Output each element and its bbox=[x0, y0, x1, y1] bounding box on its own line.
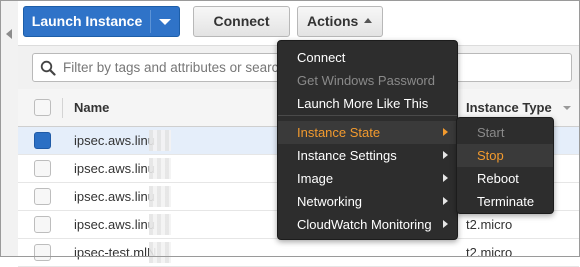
menu-item-image[interactable]: Image bbox=[278, 167, 457, 190]
menu-item-label: Instance State bbox=[297, 125, 381, 140]
menu-item-networking[interactable]: Networking bbox=[278, 190, 457, 213]
menu-item-cloudwatch-monitoring[interactable]: CloudWatch Monitoring bbox=[278, 213, 457, 236]
chevron-right-icon bbox=[443, 197, 448, 205]
chevron-down-icon bbox=[159, 19, 171, 25]
actions-dropdown-menu: Connect Get Windows Password Launch More… bbox=[277, 40, 458, 240]
instance-type: t2.micro bbox=[466, 245, 513, 260]
launch-instance-button[interactable]: Launch Instance bbox=[24, 7, 150, 36]
menu-item-label: Get Windows Password bbox=[297, 73, 435, 88]
menu-item-label: Connect bbox=[297, 50, 346, 65]
menu-item-instance-settings[interactable]: Instance Settings bbox=[278, 144, 457, 167]
redacted-text bbox=[149, 242, 171, 263]
side-panel-gutter bbox=[1, 1, 19, 256]
redacted-text bbox=[149, 158, 171, 179]
launch-options-dropdown[interactable] bbox=[151, 7, 179, 36]
actions-label: Actions bbox=[307, 13, 359, 29]
menu-item-launch-more-like-this[interactable]: Launch More Like This bbox=[278, 92, 457, 115]
select-all-checkbox[interactable] bbox=[34, 99, 51, 116]
collapse-arrow-icon[interactable] bbox=[6, 29, 12, 39]
instance-state-submenu: Start Stop Reboot Terminate bbox=[456, 117, 554, 214]
connect-button[interactable]: Connect bbox=[193, 6, 290, 37]
row-checkbox[interactable] bbox=[34, 188, 51, 205]
actions-button[interactable]: Actions bbox=[297, 6, 383, 37]
submenu-item-start: Start bbox=[477, 125, 505, 140]
column-header-name[interactable]: Name bbox=[74, 89, 109, 126]
redacted-text bbox=[149, 130, 171, 151]
chevron-right-icon bbox=[443, 151, 448, 159]
redacted-text bbox=[149, 214, 171, 235]
row-checkbox[interactable] bbox=[34, 132, 51, 149]
instance-name: ipsec.aws.linu bbox=[74, 217, 155, 232]
menu-item-label: CloudWatch Monitoring bbox=[297, 217, 432, 232]
sort-icon[interactable] bbox=[563, 106, 571, 110]
toolbar: Launch Instance Connect Actions bbox=[18, 1, 579, 45]
instance-name: ipsec.aws.linu bbox=[74, 189, 155, 204]
launch-instance-split-button: Launch Instance bbox=[23, 6, 180, 37]
table-row[interactable]: ipsec-test.mlN t2.micro bbox=[18, 239, 579, 267]
chevron-right-icon bbox=[443, 128, 448, 136]
submenu-item-reboot[interactable]: Reboot bbox=[457, 167, 553, 190]
menu-item-get-windows-password: Get Windows Password bbox=[278, 69, 457, 92]
menu-item-instance-state[interactable]: Instance State bbox=[278, 121, 457, 144]
menu-divider bbox=[278, 115, 457, 116]
chevron-right-icon bbox=[443, 174, 448, 182]
menu-item-label: Networking bbox=[297, 194, 363, 209]
instance-name: ipsec-test.mlN bbox=[74, 245, 157, 260]
instance-type: t2.micro bbox=[466, 217, 513, 232]
row-checkbox[interactable] bbox=[34, 160, 51, 177]
menu-item-label: Instance Settings bbox=[297, 148, 397, 163]
row-checkbox[interactable] bbox=[34, 216, 51, 233]
menu-item-label: Launch More Like This bbox=[297, 96, 429, 111]
menu-item-label: Image bbox=[297, 171, 334, 186]
submenu-item-stop[interactable]: Stop bbox=[457, 144, 553, 167]
redacted-text bbox=[149, 186, 171, 207]
chevron-up-icon bbox=[364, 18, 372, 23]
instance-name: ipsec.aws.linu bbox=[74, 161, 155, 176]
chevron-right-icon bbox=[443, 220, 448, 228]
row-checkbox[interactable] bbox=[34, 244, 51, 261]
column-divider bbox=[62, 98, 63, 118]
menu-item-connect[interactable]: Connect bbox=[278, 46, 457, 69]
search-icon bbox=[40, 60, 56, 76]
submenu-item-terminate[interactable]: Terminate bbox=[457, 190, 553, 213]
instance-name: ipsec.aws.linu bbox=[74, 133, 155, 148]
